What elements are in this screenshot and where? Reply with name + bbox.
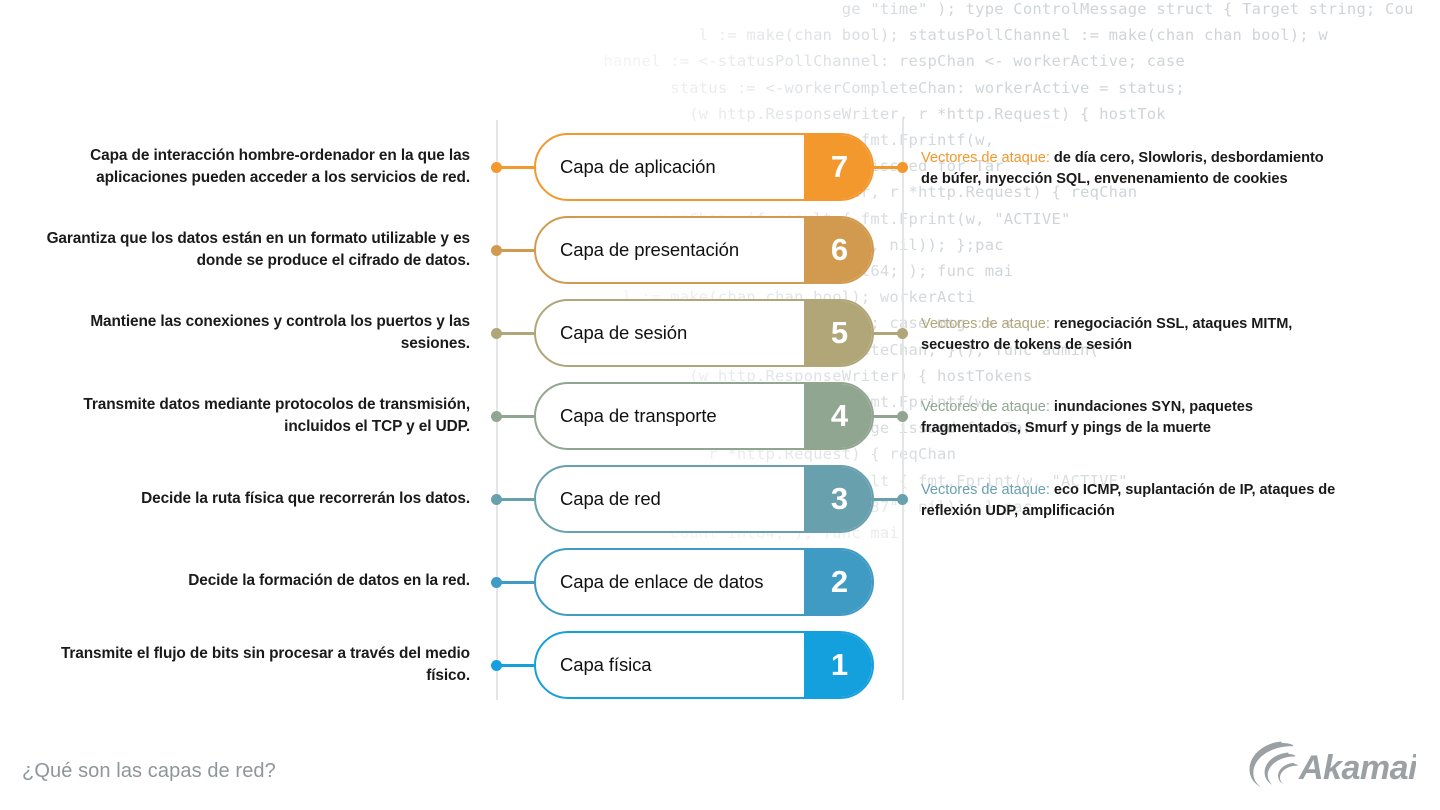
layer-number-badge: 7 [804,135,872,199]
page-caption: ¿Qué son las capas de red? [22,760,276,782]
layer-pill[interactable]: Capa de enlace de datos 2 [534,548,874,616]
attack-vectors-label: Vectores de ataque: [921,482,1050,498]
connector-dot-right [897,493,908,505]
akamai-logo: Akamai [1241,735,1420,797]
connector-line-left [500,331,536,335]
layer-pill-label: Capa de sesión [560,322,688,343]
layer-number-badge: 5 [804,301,872,365]
layer-pill-label: Capa de enlace de datos [560,571,764,592]
connector-line-left [500,580,536,584]
layer-number-badge: 6 [804,218,872,282]
layer-description: Capa de interacción hombre-ordenador en … [90,147,470,186]
layer-number-badge: 2 [804,550,872,614]
connector-line-left [500,414,536,418]
attack-vectors-label: Vectores de ataque: [921,399,1050,415]
connector-dot-right [897,410,908,422]
layer-description: Garantiza que los datos están en un form… [46,230,471,269]
layer-pill-label: Capa de red [560,488,661,509]
osi-layers-diagram: Capa de interacción hombre-ordenador en … [0,0,1440,810]
layer-number-badge: 4 [804,384,872,448]
layer-pill-label: Capa de transporte [560,405,717,426]
connector-line-left [500,165,536,169]
layer-description: Decide la ruta física que recorrerán los… [141,490,470,507]
layer-pill[interactable]: Capa de red 3 [534,465,874,533]
layer-pill[interactable]: Capa de sesión 5 [534,299,874,367]
attack-vectors-label: Vectores de ataque: [921,150,1050,166]
attack-vectors: Vectores de ataque: de día cero, Slowlor… [921,148,1341,189]
attack-vectors: Vectores de ataque: eco ICMP, suplantaci… [921,480,1341,521]
layer-description: Mantiene las conexiones y controla los p… [90,313,470,352]
layer-description: Decide la formación de datos en la red. [188,572,470,589]
layer-pill-label: Capa de aplicación [560,156,716,177]
connector-line-left [500,497,536,501]
layer-description: Transmite el flujo de bits sin procesar … [60,645,470,684]
attack-vectors: Vectores de ataque: renegociación SSL, a… [921,314,1341,355]
layer-number-badge: 3 [804,467,872,531]
layer-pill-label: Capa física [560,654,652,675]
layer-pill[interactable]: Capa de presentación 6 [534,216,874,284]
layer-pill-label: Capa de presentación [560,239,740,260]
connector-dot-right [897,327,908,339]
layer-number-badge: 1 [804,633,872,697]
layer-pill[interactable]: Capa de aplicación 7 [534,133,874,201]
connector-line-left [500,663,536,667]
connector-dot-right [897,161,908,173]
layer-pill[interactable]: Capa física 1 [534,631,874,699]
attack-vectors: Vectores de ataque: inundaciones SYN, pa… [921,397,1341,438]
layer-description: Transmite datos mediante protocolos de t… [83,396,470,435]
connector-line-left [500,248,536,252]
svg-text:Akamai: Akamai [1298,749,1416,787]
attack-vectors-label: Vectores de ataque: [921,316,1050,332]
layer-pill[interactable]: Capa de transporte 4 [534,382,874,450]
